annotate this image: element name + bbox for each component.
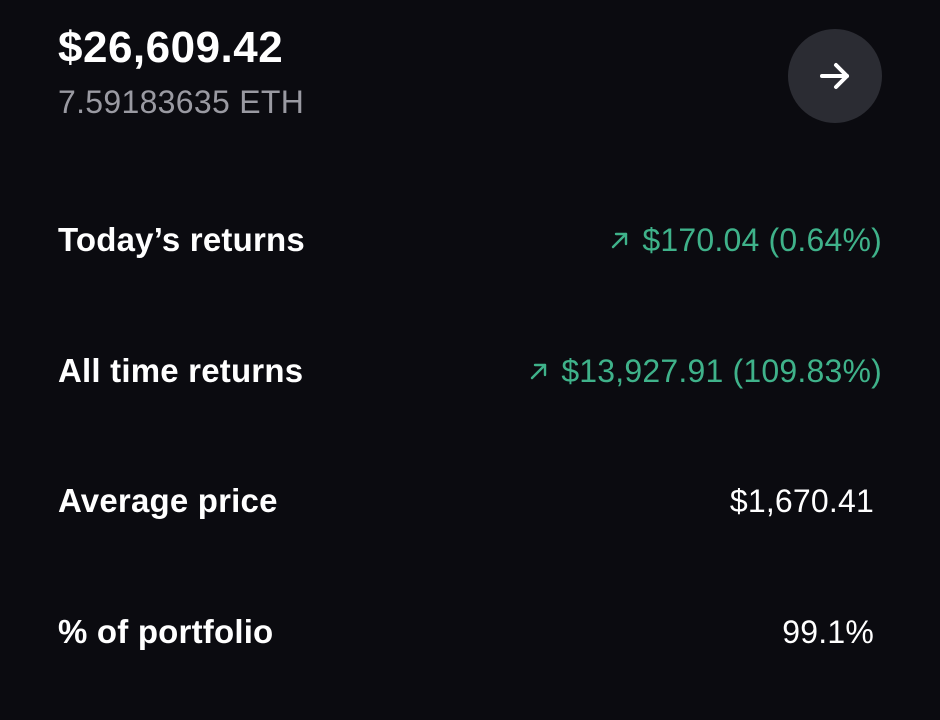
average-price-label: Average price (58, 482, 278, 519)
todays-returns-label: Today’s returns (58, 221, 305, 258)
balance-crypto: 7.59183635 ETH (58, 84, 305, 120)
balance-usd: $26,609.42 (58, 23, 284, 72)
arrow-up-right-icon (531, 363, 547, 380)
balance-summary: $26,609.42 7.59183635 ETH (58, 22, 304, 122)
arrow-up-right-icon (612, 232, 628, 249)
view-details-button[interactable] (788, 29, 882, 123)
average-price-row: Average price $1,670.41 (58, 471, 882, 531)
todays-returns-row: Today’s returns $170.04 (0.64%) (58, 210, 882, 270)
portfolio-percent-label: % of portfolio (58, 613, 274, 650)
all-time-returns-value: $13,927.91 (109.83%) (561, 352, 882, 389)
portfolio-percent-value: 99.1% (782, 613, 874, 650)
all-time-returns-row: All time returns $13,927.91 (109.83%) (58, 341, 882, 401)
all-time-returns-value-group: $13,927.91 (109.83%) (527, 353, 882, 390)
average-price-value: $1,670.41 (729, 482, 874, 519)
todays-returns-value-group: $170.04 (0.64%) (608, 222, 882, 259)
todays-returns-value: $170.04 (0.64%) (642, 221, 882, 258)
portfolio-percent-row: % of portfolio 99.1% (58, 602, 882, 662)
arrow-right-icon (820, 63, 849, 89)
all-time-returns-label: All time returns (58, 352, 304, 389)
